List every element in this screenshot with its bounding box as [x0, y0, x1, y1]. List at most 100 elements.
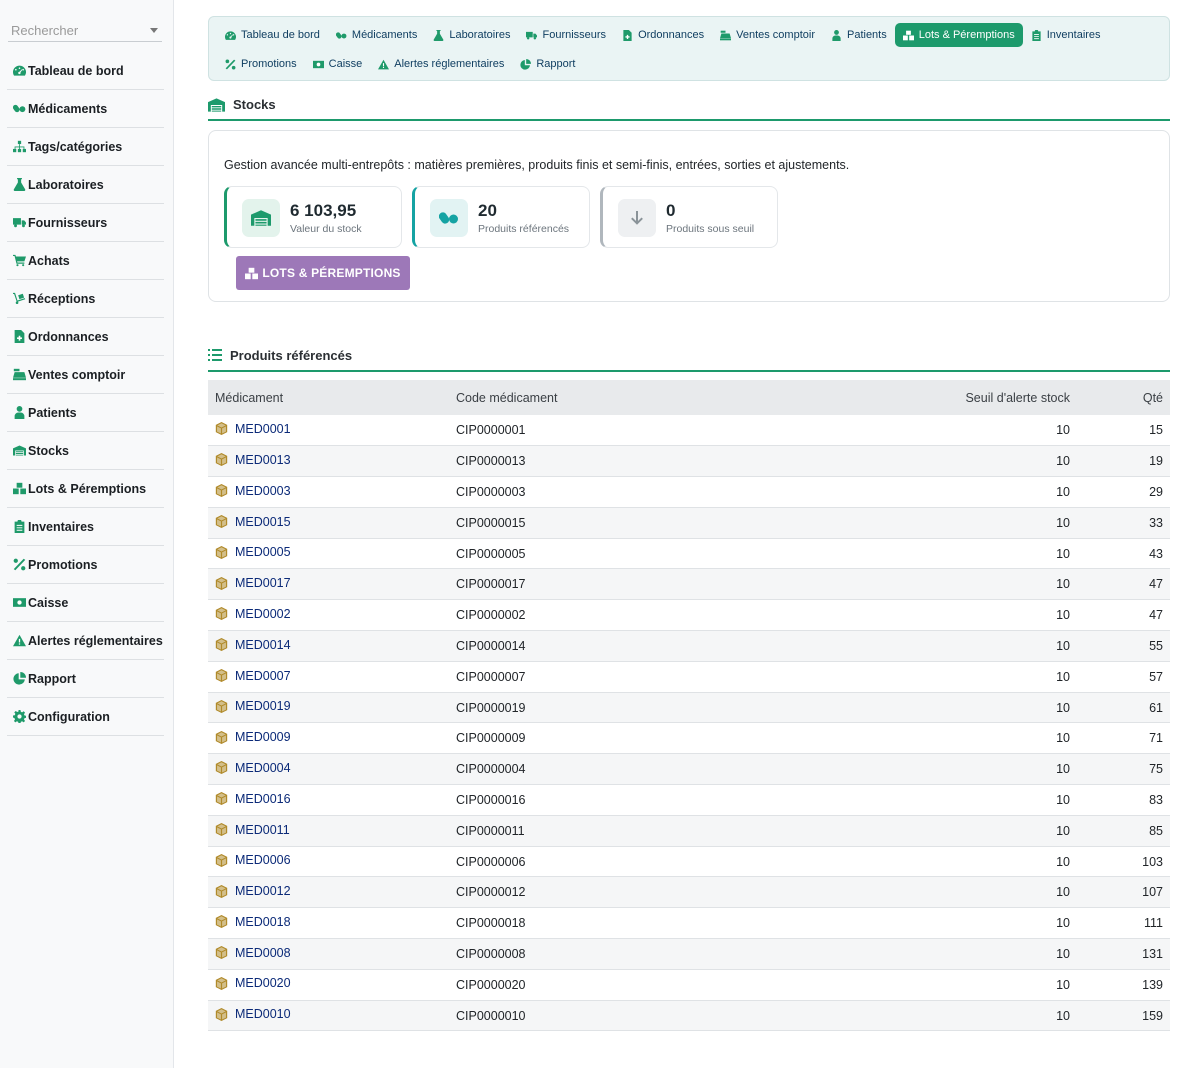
medicament-name: MED0001: [235, 421, 291, 436]
search-box[interactable]: [8, 20, 162, 42]
medicament-link[interactable]: MED0019: [215, 699, 291, 713]
top-nav-row-2: Promotions Caisse Alertes réglementaires Ra…: [217, 52, 583, 76]
cell-qty: 71: [1077, 722, 1170, 755]
sidebar-item-receptions[interactable]: Réceptions: [7, 280, 164, 318]
top-nav-lots-peremptions[interactable]: Lots & Péremptions: [894, 23, 1023, 47]
stat-card-below-threshold: 0 Produits sous seuil: [600, 186, 778, 248]
top-nav-caisse[interactable]: Caisse: [305, 52, 371, 76]
top-nav-alertes-reglementaires[interactable]: Alertes réglementaires: [370, 52, 512, 76]
sidebar-item-alertes-reglementaires[interactable]: Alertes réglementaires: [7, 622, 164, 660]
gear-icon: [11, 710, 27, 724]
top-nav-fournisseurs[interactable]: Fournisseurs: [518, 23, 614, 47]
sidebar-item-stocks[interactable]: Stocks: [7, 432, 164, 470]
medicament-link[interactable]: MED0005: [215, 545, 291, 559]
medicament-link[interactable]: MED0014: [215, 638, 291, 652]
cell-medicament: MED0018: [208, 907, 449, 940]
box-icon: [215, 422, 235, 436]
pills-icon: [11, 102, 27, 116]
sidebar-item-achats[interactable]: Achats: [7, 242, 164, 280]
lots-peremptions-button[interactable]: LOTS & PÉREMPTIONS: [236, 256, 410, 290]
cell-medicament: MED0019: [208, 692, 449, 724]
medicament-link[interactable]: MED0016: [215, 792, 291, 806]
sidebar-item-tags-categories[interactable]: Tags/catégories: [7, 128, 164, 166]
medicament-link[interactable]: MED0006: [215, 853, 291, 867]
medicament-link[interactable]: MED0011: [215, 823, 290, 837]
medicament-link[interactable]: MED0018: [215, 915, 291, 929]
top-nav-rapport[interactable]: Rapport: [512, 52, 583, 76]
sidebar-item-patients[interactable]: Patients: [7, 394, 164, 432]
top-nav-ventes-comptoir[interactable]: Ventes comptoir: [712, 23, 823, 47]
sidebar-item-ventes-comptoir[interactable]: Ventes comptoir: [7, 356, 164, 394]
sidebar-item-label: Configuration: [28, 709, 110, 724]
medicament-link[interactable]: MED0004: [215, 761, 291, 775]
sidebar-item-ordonnances[interactable]: Ordonnances: [7, 318, 164, 356]
top-nav-patients[interactable]: Patients: [823, 23, 895, 47]
box-icon: [215, 607, 235, 621]
sidebar-item-rapport[interactable]: Rapport: [7, 660, 164, 698]
top-nav-ordonnances[interactable]: Ordonnances: [614, 23, 712, 47]
column-header-threshold[interactable]: Seuil d'alerte stock: [820, 380, 1077, 415]
sidebar-item-laboratoires[interactable]: Laboratoires: [7, 166, 164, 204]
search-input[interactable]: [8, 20, 148, 40]
sidebar-item-promotions[interactable]: Promotions: [7, 546, 164, 584]
sidebar-item-tableau-de-bord[interactable]: Tableau de bord: [7, 52, 164, 90]
cash-register-icon: [720, 30, 736, 41]
medicament-name: MED0012: [235, 884, 291, 899]
cell-code: CIP0000009: [449, 722, 820, 755]
medicament-link[interactable]: MED0015: [215, 515, 291, 529]
medicament-link[interactable]: MED0013: [215, 453, 291, 467]
sidebar-item-label: Promotions: [28, 557, 98, 572]
table-row: MED0004 CIP0000004 10 75: [208, 753, 1170, 786]
sidebar-item-fournisseurs[interactable]: Fournisseurs: [7, 204, 164, 242]
medicament-link[interactable]: MED0002: [215, 607, 291, 621]
cell-code: CIP0000001: [449, 415, 820, 447]
cell-code: CIP0000019: [449, 692, 820, 724]
sidebar-item-label: Patients: [28, 405, 77, 420]
top-nav-laboratoires[interactable]: Laboratoires: [425, 23, 518, 47]
sidebar-item-label: Fournisseurs: [28, 215, 108, 230]
medicament-link[interactable]: MED0008: [215, 946, 291, 960]
sidebar-item-lots-peremptions[interactable]: Lots & Péremptions: [7, 470, 164, 508]
sidebar-item-caisse[interactable]: Caisse: [7, 584, 164, 622]
top-nav-tableau-de-bord[interactable]: Tableau de bord: [217, 23, 328, 47]
dashboard-icon: [225, 30, 241, 41]
top-nav-inventaires[interactable]: Inventaires: [1023, 23, 1109, 47]
table-row: MED0012 CIP0000012 10 107: [208, 876, 1170, 909]
box-icon: [215, 515, 235, 529]
medicament-link[interactable]: MED0001: [215, 422, 291, 436]
sidebar-item-configuration[interactable]: Configuration: [7, 698, 164, 736]
cell-medicament: MED0014: [208, 630, 449, 662]
top-nav-medicaments[interactable]: Médicaments: [328, 23, 425, 47]
stat-value: 20: [478, 201, 497, 220]
cell-qty: 61: [1077, 692, 1170, 724]
cell-qty: 33: [1077, 507, 1170, 539]
medicament-link[interactable]: MED0010: [215, 1007, 291, 1021]
chevron-down-icon[interactable]: [150, 28, 158, 33]
column-header-code[interactable]: Code médicament: [449, 380, 820, 415]
stat-value: 0: [666, 201, 676, 220]
cell-qty: 55: [1077, 630, 1170, 662]
box-icon: [215, 761, 235, 775]
stocks-title: Stocks: [233, 97, 276, 112]
medicament-link[interactable]: MED0012: [215, 884, 291, 898]
column-header-qty[interactable]: Qté: [1077, 380, 1170, 415]
sidebar: Tableau de bord Médicaments Tags/catégorie…: [0, 0, 174, 1068]
cell-qty: 139: [1077, 969, 1170, 1001]
money-icon: [11, 596, 27, 610]
top-nav-label: Tableau de bord: [241, 29, 320, 41]
medicament-link[interactable]: MED0020: [215, 976, 291, 990]
cell-qty: 29: [1077, 476, 1170, 508]
sidebar-item-medicaments[interactable]: Médicaments: [7, 90, 164, 128]
medicament-link[interactable]: MED0009: [215, 730, 291, 744]
medicament-name: MED0018: [235, 914, 291, 929]
column-header-medicament[interactable]: Médicament: [208, 380, 449, 415]
medicament-link[interactable]: MED0003: [215, 484, 291, 498]
sidebar-item-label: Caisse: [28, 595, 69, 610]
cell-medicament: MED0005: [208, 538, 449, 570]
medicament-link[interactable]: MED0017: [215, 576, 291, 590]
top-nav-promotions[interactable]: Promotions: [217, 52, 305, 76]
cell-qty: 83: [1077, 784, 1170, 816]
sidebar-item-inventaires[interactable]: Inventaires: [7, 508, 164, 546]
cell-threshold: 10: [820, 722, 1077, 755]
medicament-link[interactable]: MED0007: [215, 669, 291, 683]
